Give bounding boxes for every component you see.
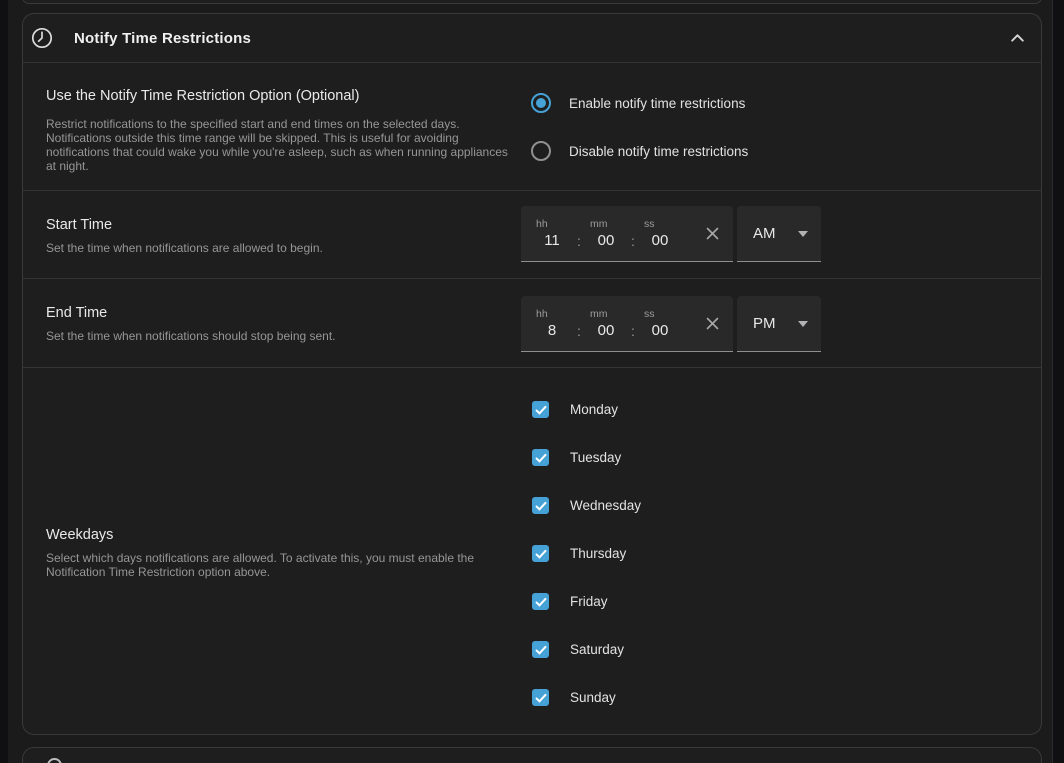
caret-down-icon <box>798 321 808 327</box>
card-title: Notify Time Restrictions <box>74 30 251 47</box>
end-time-row: End Time Set the time when notifications… <box>23 279 1041 368</box>
checkbox-label: Tuesday <box>570 450 621 465</box>
checkbox-friday[interactable] <box>532 593 549 610</box>
colon-separator: : <box>571 322 587 340</box>
notify-option-description: Restrict notifications to the specified … <box>46 117 521 173</box>
end-seconds-input[interactable]: ss 00 <box>641 308 679 340</box>
weekday-item-wednesday: Wednesday <box>521 497 1041 514</box>
checkbox-label: Thursday <box>570 546 626 561</box>
radio-disable-notify-restrictions[interactable]: Disable notify time restrictions <box>531 141 1041 161</box>
weekday-item-tuesday: Tuesday <box>521 449 1041 466</box>
checkbox-label: Monday <box>570 402 618 417</box>
start-time-picker: hh 11 : mm 00 : ss 00 <box>521 206 1041 262</box>
weekday-item-friday: Friday <box>521 593 1041 610</box>
checkbox-thursday[interactable] <box>532 545 549 562</box>
start-time-description: Set the time when notifications are allo… <box>46 241 521 255</box>
settings-page: Notify Time Restrictions Use the Notify … <box>8 0 1053 763</box>
checkbox-label: Friday <box>570 594 608 609</box>
start-minutes-input[interactable]: mm 00 <box>587 218 625 250</box>
end-meridiem-select[interactable]: PM <box>737 296 821 352</box>
checkbox-sunday[interactable] <box>532 689 549 706</box>
weekdays-title: Weekdays <box>46 527 521 544</box>
checkbox-label: Sunday <box>570 690 616 705</box>
notify-time-restrictions-card: Notify Time Restrictions Use the Notify … <box>22 13 1042 735</box>
end-time-description: Set the time when notifications should s… <box>46 329 521 343</box>
checkbox-label: Wednesday <box>570 498 641 513</box>
seconds-label: ss <box>644 218 679 230</box>
seconds-label: ss <box>644 308 679 320</box>
notify-option-row: Use the Notify Time Restriction Option (… <box>23 63 1041 191</box>
start-seconds-input[interactable]: ss 00 <box>641 218 679 250</box>
hours-label: hh <box>536 308 571 320</box>
colon-separator: : <box>625 322 641 340</box>
end-time-input: hh 8 : mm 00 : ss 00 <box>521 296 733 352</box>
start-meridiem-select[interactable]: AM <box>737 206 821 262</box>
radio-label: Enable notify time restrictions <box>569 96 745 111</box>
checkbox-wednesday[interactable] <box>532 497 549 514</box>
weekday-item-sunday: Sunday <box>521 689 1041 706</box>
checkbox-monday[interactable] <box>532 401 549 418</box>
next-card-header[interactable] <box>22 747 1042 763</box>
start-hours-input[interactable]: hh 11 <box>533 218 571 250</box>
checkbox-tuesday[interactable] <box>532 449 549 466</box>
start-time-title: Start Time <box>46 217 521 234</box>
checkbox-label: Saturday <box>570 642 624 657</box>
end-time-title: End Time <box>46 305 521 322</box>
clock-icon <box>30 26 54 50</box>
end-time-clear-button[interactable] <box>691 296 733 351</box>
card-header[interactable]: Notify Time Restrictions <box>23 14 1041 63</box>
weekdays-description: Select which days notifications are allo… <box>46 551 521 579</box>
start-time-clear-button[interactable] <box>691 206 733 261</box>
end-minutes-input[interactable]: mm 00 <box>587 308 625 340</box>
radio-enable-notify-restrictions[interactable]: Enable notify time restrictions <box>531 93 1041 113</box>
previous-card-edge <box>22 0 1042 4</box>
weekday-item-thursday: Thursday <box>521 545 1041 562</box>
chevron-up-icon[interactable] <box>1009 30 1026 47</box>
hours-label: hh <box>536 218 571 230</box>
radio-icon[interactable] <box>531 93 551 113</box>
minutes-label: mm <box>590 218 625 230</box>
colon-separator: : <box>625 232 641 250</box>
end-time-picker: hh 8 : mm 00 : ss 00 <box>521 296 1041 352</box>
weekday-item-saturday: Saturday <box>521 641 1041 658</box>
circle-icon <box>47 758 62 763</box>
radio-label: Disable notify time restrictions <box>569 144 748 159</box>
weekday-item-monday: Monday <box>521 401 1041 418</box>
notify-option-title: Use the Notify Time Restriction Option (… <box>46 88 521 105</box>
weekdays-row: Weekdays Select which days notifications… <box>23 368 1041 735</box>
caret-down-icon <box>798 231 808 237</box>
start-time-row: Start Time Set the time when notificatio… <box>23 191 1041 279</box>
radio-icon[interactable] <box>531 141 551 161</box>
minutes-label: mm <box>590 308 625 320</box>
start-time-input: hh 11 : mm 00 : ss 00 <box>521 206 733 262</box>
end-hours-input[interactable]: hh 8 <box>533 308 571 340</box>
checkbox-saturday[interactable] <box>532 641 549 658</box>
colon-separator: : <box>571 232 587 250</box>
